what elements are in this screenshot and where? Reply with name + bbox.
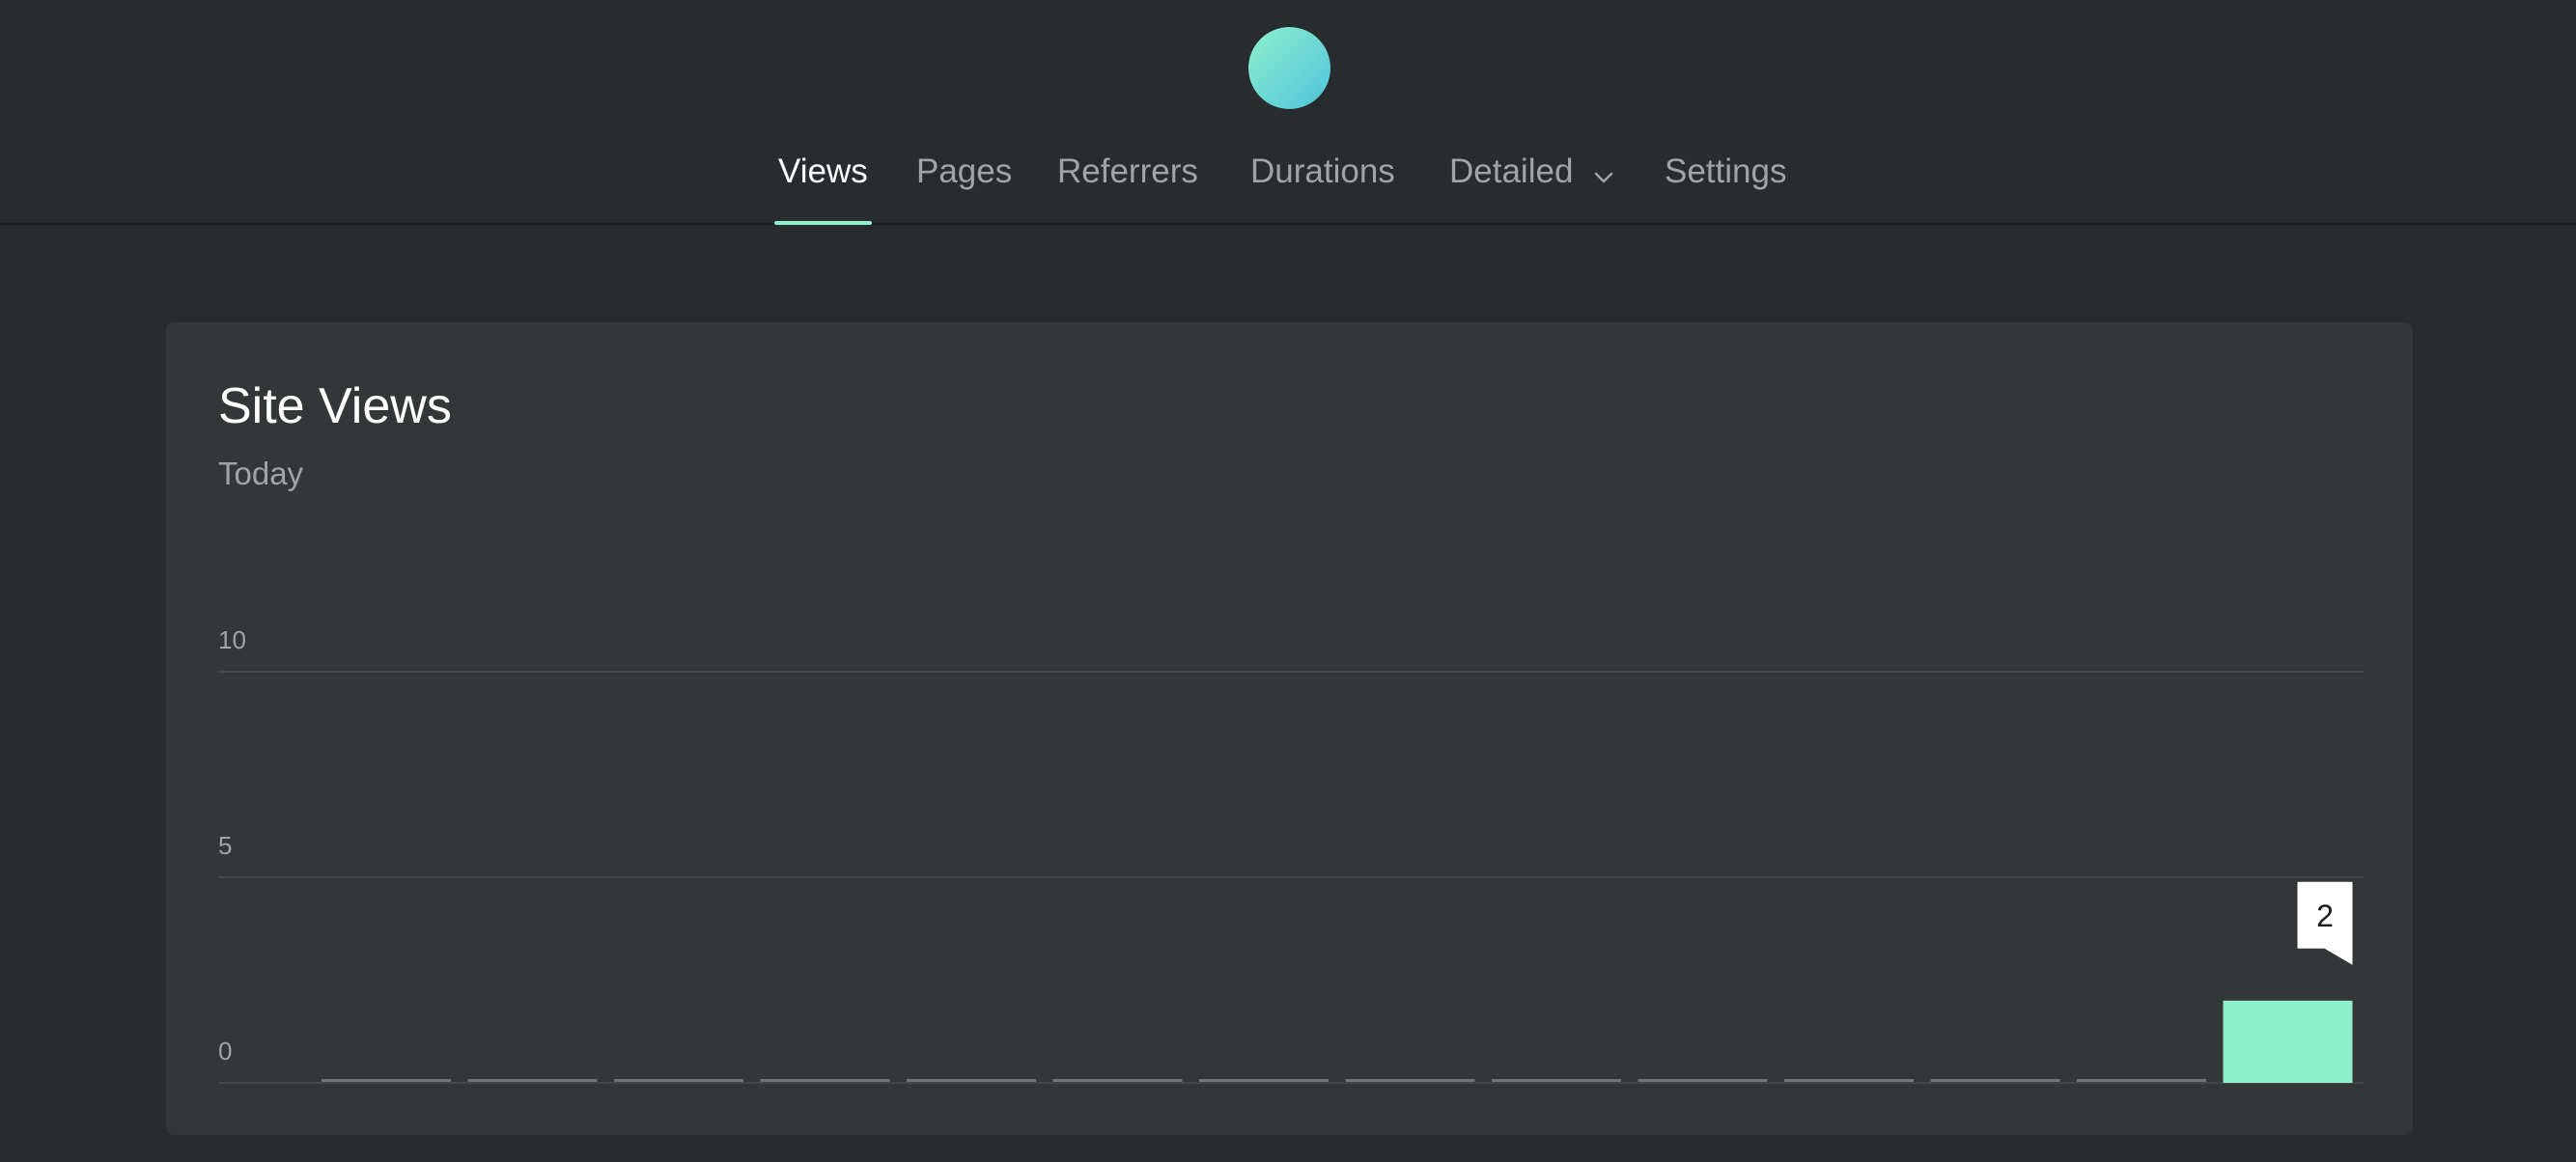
bar-4 <box>907 1079 1036 1082</box>
tab-detailed-label: Detailed <box>1449 152 1574 190</box>
main-nav: Views Pages Referrers Durations Detailed… <box>0 145 2576 225</box>
tab-referrers[interactable]: Referrers <box>1057 152 1198 225</box>
tab-durations[interactable]: Durations <box>1250 152 1395 225</box>
bar-11 <box>1930 1079 2060 1082</box>
bar-12 <box>2077 1079 2206 1082</box>
data-label-13: 2 <box>2297 881 2353 965</box>
card-subtitle: Today <box>218 456 304 491</box>
y-tick-label-10: 10 <box>218 625 246 654</box>
tab-views-label: Views <box>778 152 868 190</box>
site-views-card: Site Views Today 0 5 10 2 <box>166 322 2413 1135</box>
bar-10 <box>1784 1079 1914 1082</box>
chevron-down-icon <box>1594 154 1613 193</box>
y-tick-label-0: 0 <box>218 1037 232 1065</box>
active-tab-indicator <box>774 221 872 225</box>
tab-detailed[interactable]: Detailed <box>1449 152 1613 225</box>
bar-2 <box>614 1079 743 1082</box>
top-bar: Views Pages Referrers Durations Detailed… <box>0 0 2576 225</box>
tab-settings[interactable]: Settings <box>1665 152 1786 225</box>
views-chart: 0 5 10 2 <box>218 554 2364 1133</box>
bar-0 <box>322 1079 451 1082</box>
bar-6 <box>1199 1079 1329 1082</box>
bar-3 <box>760 1079 890 1082</box>
tab-views[interactable]: Views <box>774 152 872 225</box>
bar-8 <box>1492 1079 1621 1082</box>
y-tick-label-5: 5 <box>218 831 232 860</box>
bar-9 <box>1638 1079 1768 1082</box>
logo[interactable] <box>1248 27 1330 109</box>
bar-7 <box>1345 1079 1475 1082</box>
data-label-text-13: 2 <box>2316 899 2334 933</box>
tab-pages[interactable]: Pages <box>916 152 1012 225</box>
tab-referrers-label: Referrers <box>1057 152 1198 190</box>
tab-settings-label: Settings <box>1665 152 1787 190</box>
bar-1 <box>467 1079 598 1082</box>
views-chart-svg: 0 5 10 2 <box>218 625 2364 1084</box>
bar-5 <box>1052 1079 1183 1082</box>
tab-pages-label: Pages <box>916 152 1013 190</box>
card-title: Site Views <box>218 378 452 434</box>
tab-durations-label: Durations <box>1250 152 1395 190</box>
bar-13 <box>2223 1000 2353 1083</box>
